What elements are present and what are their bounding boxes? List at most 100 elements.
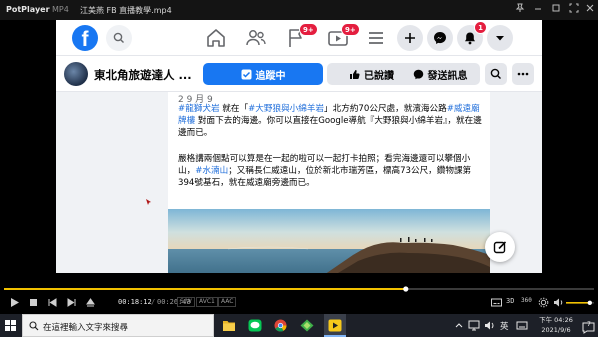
page-search-button[interactable] [485, 63, 507, 85]
windows-taskbar: 在這裡輸入文字來搜尋 英 下午 04:26 2021/9/6 7 [0, 314, 598, 337]
pages-badge: 9+ [299, 23, 318, 36]
liked-label: 已說讚 [364, 70, 394, 82]
page-header: 東北角旅遊達人 ... 追蹤中 已說讚 發送訊息 [56, 56, 542, 92]
player-title-bar: PotPlayer MP4 江美燕 FB 直播教學.mp4 [0, 0, 598, 20]
volume-slider[interactable] [565, 296, 595, 309]
facebook-nav-bar: f 9+ 9+ 1 [56, 20, 542, 56]
play-icon[interactable] [8, 296, 21, 309]
search-icon [29, 321, 39, 331]
taskbar-clock[interactable]: 下午 04:26 2021/9/6 [532, 315, 580, 335]
friends-icon[interactable] [244, 26, 268, 50]
keyboard-layout-icon[interactable] [516, 320, 528, 331]
messenger-icon [413, 69, 423, 79]
search-button[interactable] [106, 25, 132, 51]
post-paragraph-2: 嚴格講兩個點可以算是在一起的啦可以一起打卡拍照；看完海邊還可以攀個小山，#水湳山… [178, 153, 482, 190]
mouse-cursor-icon [146, 199, 151, 205]
close-icon[interactable] [584, 3, 596, 15]
taskbar-potplayer[interactable] [324, 314, 346, 337]
clock-date: 2021/9/6 [541, 326, 571, 334]
hashtag-link[interactable]: #龍獅犬岩 [178, 104, 220, 114]
send-message-button[interactable]: 發送訊息 [400, 63, 480, 85]
following-label: 追蹤中 [255, 70, 286, 82]
minimize-icon[interactable] [532, 3, 544, 15]
plus-icon [405, 33, 415, 43]
watch-badge: 9+ [341, 23, 360, 36]
send-message-label: 發送訊息 [427, 70, 468, 82]
account-button[interactable] [487, 25, 513, 51]
control-bar: 00:18:12 / 00:26:43 S/W AVC1 AAC 3D 360 [0, 292, 598, 313]
settings-icon[interactable] [537, 296, 550, 309]
thumbs-up-icon [350, 69, 360, 79]
subtitle-icon[interactable] [490, 296, 503, 309]
caret-down-icon [496, 36, 504, 41]
create-button[interactable] [397, 25, 423, 51]
taskbar-chrome[interactable] [270, 314, 292, 337]
post-card: 2 9 月 9 #龍獅犬岩 就在「#大野狼與小綿羊岩」北方約70公尺處，就濱海公… [168, 92, 490, 273]
player-format: MP4 [52, 5, 69, 14]
three-d-toggle[interactable]: 3D [506, 297, 514, 305]
ime-indicator[interactable]: 英 [500, 320, 509, 332]
tray-expand-icon[interactable] [454, 320, 464, 331]
post-text: 就在「 [219, 104, 249, 114]
seek-handle[interactable] [403, 286, 409, 292]
three-sixty-toggle[interactable]: 360 [521, 297, 532, 304]
more-dots-icon [517, 72, 529, 76]
eject-icon[interactable] [84, 296, 97, 309]
seek-progress [4, 288, 406, 290]
audio-codec-badge: AAC [218, 297, 237, 307]
rss-check-icon [241, 69, 251, 79]
post-photo[interactable] [168, 209, 490, 273]
more-options-button[interactable] [512, 63, 534, 85]
post-text: 」北方約70公尺處，就濱海公路 [324, 104, 447, 114]
taskbar-search-placeholder: 在這裡輸入文字來搜尋 [43, 323, 129, 333]
taskbar-file-explorer[interactable] [218, 314, 240, 337]
notification-center-button[interactable]: 7 [582, 319, 595, 334]
following-button[interactable]: 追蹤中 [203, 63, 323, 85]
seek-bar[interactable] [0, 280, 598, 292]
hashtag-link[interactable]: #水湳山 [195, 166, 228, 176]
post-paragraph-1: #龍獅犬岩 就在「#大野狼與小綿羊岩」北方約70公尺處，就濱海公路#威遠廟牌樓 … [178, 103, 482, 140]
taskbar-app-diamond[interactable] [296, 314, 318, 337]
post-text: 對面下去的海邊。你可以直接在Google導航『大野狼與小綿羊岩』，就在邊邊而已。 [178, 116, 482, 139]
folder-icon [223, 321, 235, 331]
bell-icon [465, 32, 475, 45]
search-icon [113, 32, 124, 43]
taskbar-line[interactable] [244, 314, 266, 337]
volume-icon[interactable] [552, 296, 565, 309]
page-name[interactable]: 東北角旅遊達人 ... [94, 67, 192, 83]
video-codec-badge: AVC1 [196, 297, 218, 307]
speaker-icon[interactable] [484, 320, 496, 331]
chrome-icon [274, 319, 287, 332]
start-button[interactable] [0, 314, 22, 337]
taskbar-search-box[interactable]: 在這裡輸入文字來搜尋 [22, 314, 214, 337]
edit-icon [493, 241, 507, 254]
potplayer-icon [328, 319, 342, 332]
facebook-logo[interactable]: f [72, 25, 98, 51]
network-icon[interactable] [468, 320, 480, 331]
maximize-icon[interactable] [550, 3, 562, 15]
messenger-icon [434, 32, 446, 44]
current-time: 00:18:12 [118, 298, 152, 306]
notifications-badge: 1 [474, 21, 487, 34]
home-icon[interactable] [204, 26, 228, 50]
page-avatar[interactable] [64, 62, 88, 86]
player-file-name: 江美燕 FB 直播教學.mp4 [80, 6, 172, 15]
hashtag-link[interactable]: #大野狼與小綿羊岩 [248, 104, 324, 114]
search-icon [490, 68, 501, 79]
notification-count: 7 [587, 321, 591, 328]
previous-icon[interactable] [46, 296, 59, 309]
fullscreen-icon[interactable] [568, 3, 580, 15]
player-app-name[interactable]: PotPlayer [6, 5, 50, 14]
stop-icon[interactable] [27, 296, 40, 309]
clock-time: 下午 04:26 [539, 316, 573, 324]
decoder-badge: S/W [177, 297, 195, 307]
compose-message-button[interactable] [485, 232, 515, 262]
pin-icon[interactable] [514, 3, 526, 15]
diamond-app-icon [300, 319, 314, 332]
messenger-button[interactable] [427, 25, 453, 51]
video-area[interactable]: f 9+ 9+ 1 東北角旅遊達人 ... 追蹤中 已說讚 發送訊息 2 9 月… [56, 20, 542, 273]
next-icon[interactable] [65, 296, 78, 309]
windows-logo-icon [5, 320, 16, 331]
menu-icon[interactable] [364, 26, 388, 50]
line-app-icon [248, 319, 262, 332]
